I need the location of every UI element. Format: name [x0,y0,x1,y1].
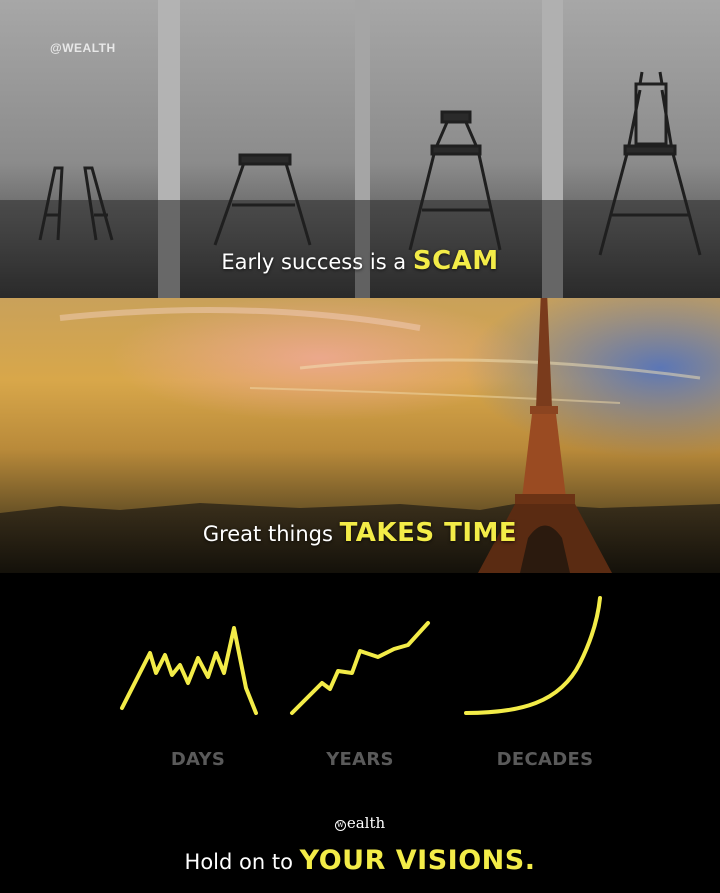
middle-caption-highlight: TAKES TIME [339,518,518,548]
growth-graphs-panel: DAYS YEARS DECADES w ealth Hold on to YOU… [0,573,720,893]
rising-line-icon [290,621,430,715]
top-caption-highlight: SCAM [412,246,499,276]
graph-label-years: YEARS [326,749,394,770]
middle-caption-prefix: Great things [202,522,340,546]
brand-logo: w ealth [0,814,720,832]
growth-graphs [120,596,602,715]
bottom-caption-highlight: YOUR VISIONS. [299,845,536,876]
bottom-caption: Hold on to YOUR VISIONS. [0,845,720,876]
top-caption-prefix: Early success is a [221,250,413,274]
watermark: @WEALTH [50,41,116,55]
volatile-line-icon [120,626,258,715]
bottom-caption-prefix: Hold on to [184,850,300,874]
top-caption: Early success is a SCAM [0,246,720,276]
brand-text: ealth [346,814,386,832]
graph-label-days: DAYS [170,749,226,770]
middle-caption: Great things TAKES TIME [0,518,720,548]
brand-mark-icon: w [334,820,346,831]
sunset-photo-panel: Great things TAKES TIME [0,298,720,573]
construction-photo-panel: @WEALTH Early success is a SCAM [0,0,720,298]
exponential-curve-icon [464,596,602,715]
graph-label-decades: DECADES [496,749,594,770]
